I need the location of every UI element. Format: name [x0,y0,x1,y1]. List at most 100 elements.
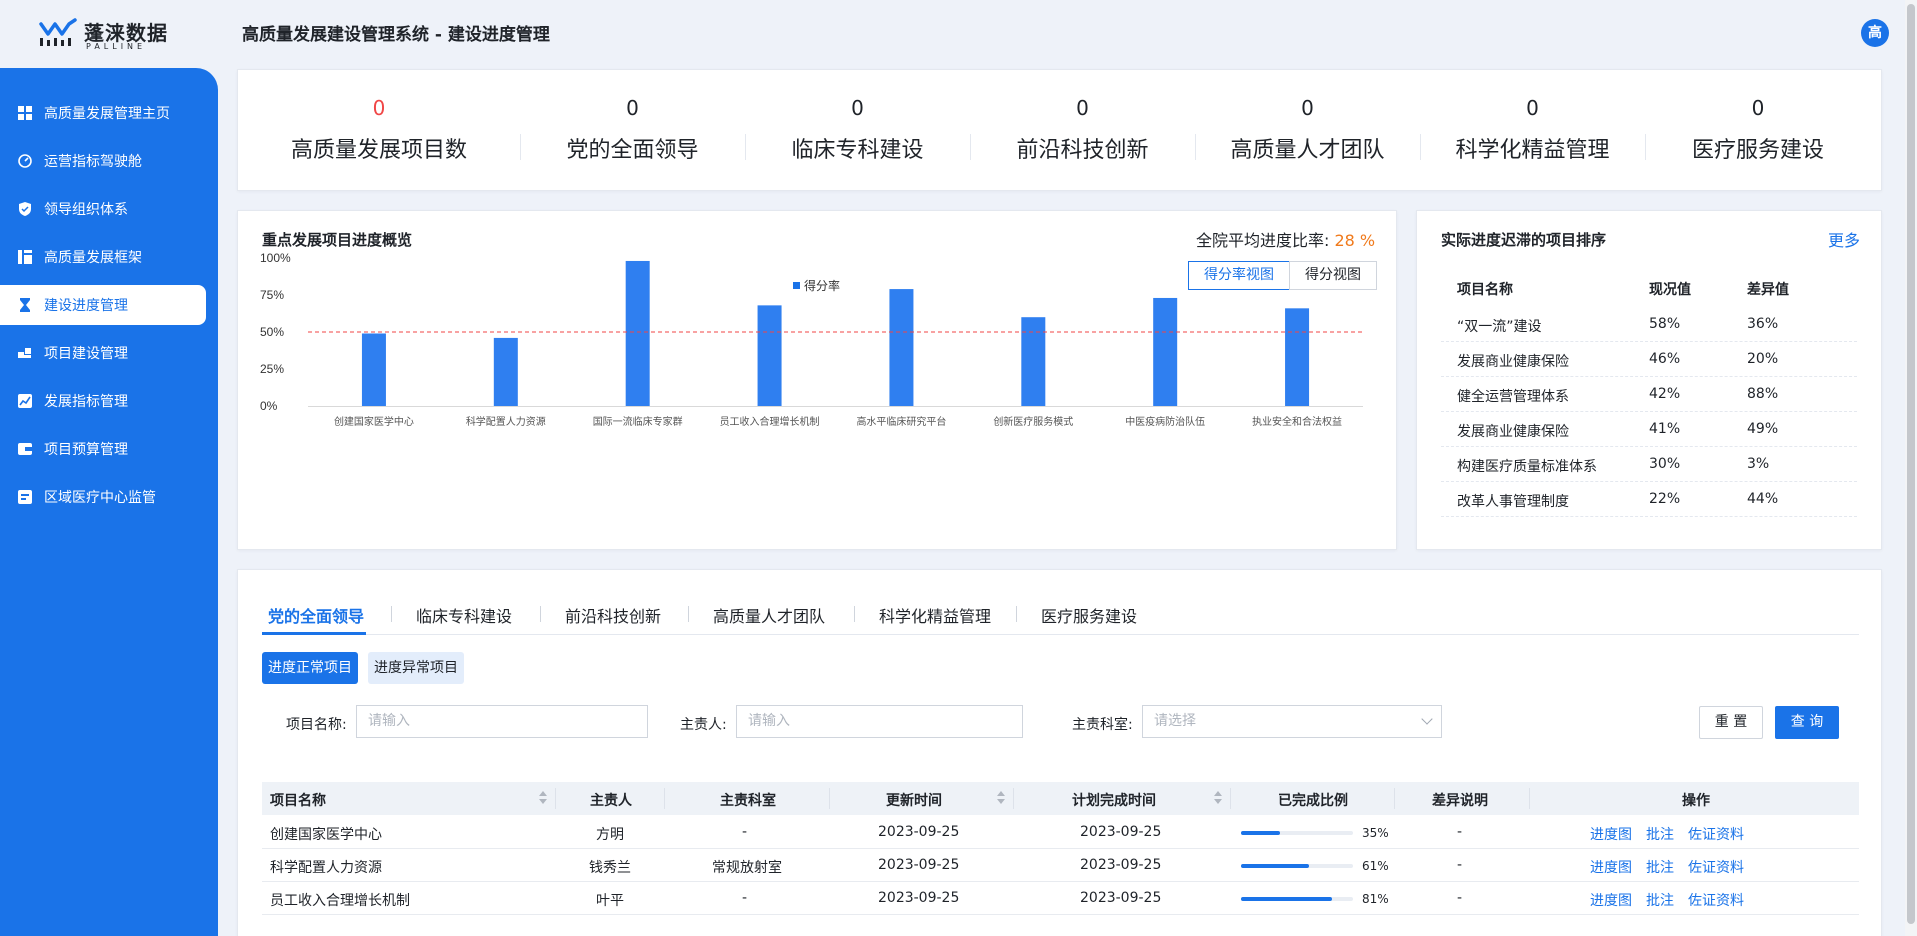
annotate-link[interactable]: 批注 [1646,890,1674,910]
sidebar-item-label: 运营指标驾驶舱 [44,154,142,170]
project-name: 构建医疗质量标准体系 [1457,459,1597,475]
brand-logo[interactable]: 蓬涞数据 PALLINE [38,16,178,52]
tab-separator [391,606,392,622]
ranking-row[interactable]: 健全运营管理体系 42% 88% [1441,377,1857,412]
diff-note-cell: - [1457,824,1463,840]
shield-icon [18,202,32,216]
tab-medical-service[interactable]: 医疗服务建设 [1041,603,1137,627]
progress-percent: 35% [1362,826,1389,840]
evidence-link[interactable]: 佐证资料 [1688,824,1744,844]
stat-talent-team[interactable]: 0 高质量人才团队 [1195,70,1420,192]
project-name-cell: 员工收入合理增长机制 [270,893,410,909]
tab-lean-management[interactable]: 科学化精益管理 [879,603,991,627]
chart-bar [1153,297,1178,406]
table-row[interactable]: 创建国家医学中心 方明 - 2023-09-25 2023-09-25 35% … [262,816,1859,849]
page-title: 高质量发展建设管理系统 - 建设进度管理 [242,25,550,45]
column-header: 计划完成时间 [1072,793,1156,809]
y-tick-label: 0% [260,399,278,413]
progress-chart-link[interactable]: 进度图 [1590,890,1632,910]
sort-icon[interactable] [997,791,1005,805]
diff-value: 3% [1747,456,1770,472]
progress-overview-card: 重点发展项目进度概览 全院平均进度比率: 28 % 得分率视图 得分视图 得分率… [237,210,1397,550]
current-value: 22% [1649,491,1681,507]
ranking-row[interactable]: 发展商业健康保险 41% 49% [1441,412,1857,447]
abnormal-projects-filter[interactable]: 进度异常项目 [368,652,464,684]
planned-time-cell: 2023-09-25 [1080,890,1162,906]
tab-party-leadership[interactable]: 党的全面领导 [268,603,364,627]
tabs-baseline [262,634,1859,635]
project-name: 发展商业健康保险 [1457,354,1569,370]
chart-bar [1021,317,1046,406]
ranking-row[interactable]: 构建医疗质量标准体系 30% 3% [1441,447,1857,482]
sort-icon[interactable] [1214,791,1222,805]
annotate-link[interactable]: 批注 [1646,857,1674,877]
table-row[interactable]: 员工收入合理增长机制 叶平 - 2023-09-25 2023-09-25 81… [262,882,1859,915]
x-tick-label: 创新医疗服务模式 [993,415,1073,428]
stat-party-leadership[interactable]: 0 党的全面领导 [520,70,745,192]
annotate-link[interactable]: 批注 [1646,824,1674,844]
department-select[interactable]: 请选择 [1142,705,1442,738]
progress-chart-link[interactable]: 进度图 [1590,824,1632,844]
ranking-row[interactable]: 改革人事管理制度 22% 44% [1441,482,1857,517]
project-name-cell: 创建国家医学中心 [270,827,382,843]
card-title: 实际进度迟滞的项目排序 [1441,231,1607,249]
stat-label: 临床专科建设 [791,138,924,163]
stat-value: 0 [372,96,386,120]
stat-value: 0 [626,96,639,120]
progress-chart-link[interactable]: 进度图 [1590,857,1632,877]
column-divider [1230,788,1231,809]
sidebar-item-budget[interactable]: 项目预算管理 [0,429,206,469]
diff-note-cell: - [1457,857,1463,873]
sidebar-item-regional[interactable]: 区域医疗中心监管 [0,477,206,517]
project-name-input[interactable]: 请输入 [356,705,648,738]
progress-bar [1241,864,1353,868]
current-value: 46% [1649,351,1681,367]
reset-button[interactable]: 重 置 [1699,706,1763,739]
stat-total-projects[interactable]: 0 高质量发展项目数 [238,70,520,192]
delayed-ranking-card: 实际进度迟滞的项目排序 更多 项目名称 现况值 差异值 “双一流”建设 58% … [1416,210,1882,550]
sidebar-item-project-build[interactable]: 项目建设管理 [0,333,206,373]
updated-time-cell: 2023-09-25 [878,890,960,906]
stat-lean-management[interactable]: 0 科学化精益管理 [1420,70,1645,192]
sidebar-item-ops-cockpit[interactable]: 运营指标驾驶舱 [0,141,206,181]
stat-value: 0 [1301,96,1314,120]
tab-talent-team[interactable]: 高质量人才团队 [713,603,825,627]
column-divider [829,788,830,809]
user-avatar[interactable]: 高 [1861,19,1889,47]
x-tick-label: 执业安全和合法权益 [1252,415,1342,428]
sidebar-item-label: 高质量发展框架 [44,250,142,266]
ranking-row[interactable]: 发展商业健康保险 46% 20% [1441,342,1857,377]
current-value: 58% [1649,316,1681,332]
x-tick-label: 中医疫病防治队伍 [1125,415,1205,428]
more-link[interactable]: 更多 [1828,227,1860,251]
sidebar-item-indicators[interactable]: 发展指标管理 [0,381,206,421]
stat-medical-service[interactable]: 0 医疗服务建设 [1645,70,1871,192]
table-row[interactable]: 科学配置人力资源 钱秀兰 常规放射室 2023-09-25 2023-09-25… [262,849,1859,882]
gauge-icon [18,154,32,168]
active-tab-underline [262,632,366,635]
tab-separator [854,606,855,622]
normal-projects-filter[interactable]: 进度正常项目 [262,652,358,684]
planned-time-cell: 2023-09-25 [1080,857,1162,873]
dashboard-grid-icon [18,106,32,120]
sidebar-item-progress[interactable]: 建设进度管理 [0,285,206,325]
scrollbar-thumb[interactable] [1907,4,1915,924]
progress-fill [1241,897,1332,901]
stat-tech-innovation[interactable]: 0 前沿科技创新 [970,70,1195,192]
stat-clinical-specialty[interactable]: 0 临床专科建设 [745,70,970,192]
search-button[interactable]: 查 询 [1775,706,1839,739]
sidebar-item-label: 领导组织体系 [44,202,128,218]
sort-icon[interactable] [539,791,547,805]
column-header: 操作 [1682,793,1710,809]
evidence-link[interactable]: 佐证资料 [1688,857,1744,877]
sidebar-item-framework[interactable]: 高质量发展框架 [0,237,206,277]
chart-bar [361,333,386,406]
sidebar-item-leadership[interactable]: 领导组织体系 [0,189,206,229]
tab-tech-innovation[interactable]: 前沿科技创新 [565,603,661,627]
tab-clinical-specialty[interactable]: 临床专科建设 [416,603,512,627]
department-select-placeholder: 请选择 [1154,713,1196,729]
owner-input[interactable]: 请输入 [736,705,1023,738]
sidebar-item-home[interactable]: 高质量发展管理主页 [0,93,206,133]
evidence-link[interactable]: 佐证资料 [1688,890,1744,910]
ranking-row[interactable]: “双一流”建设 58% 36% [1441,307,1857,342]
